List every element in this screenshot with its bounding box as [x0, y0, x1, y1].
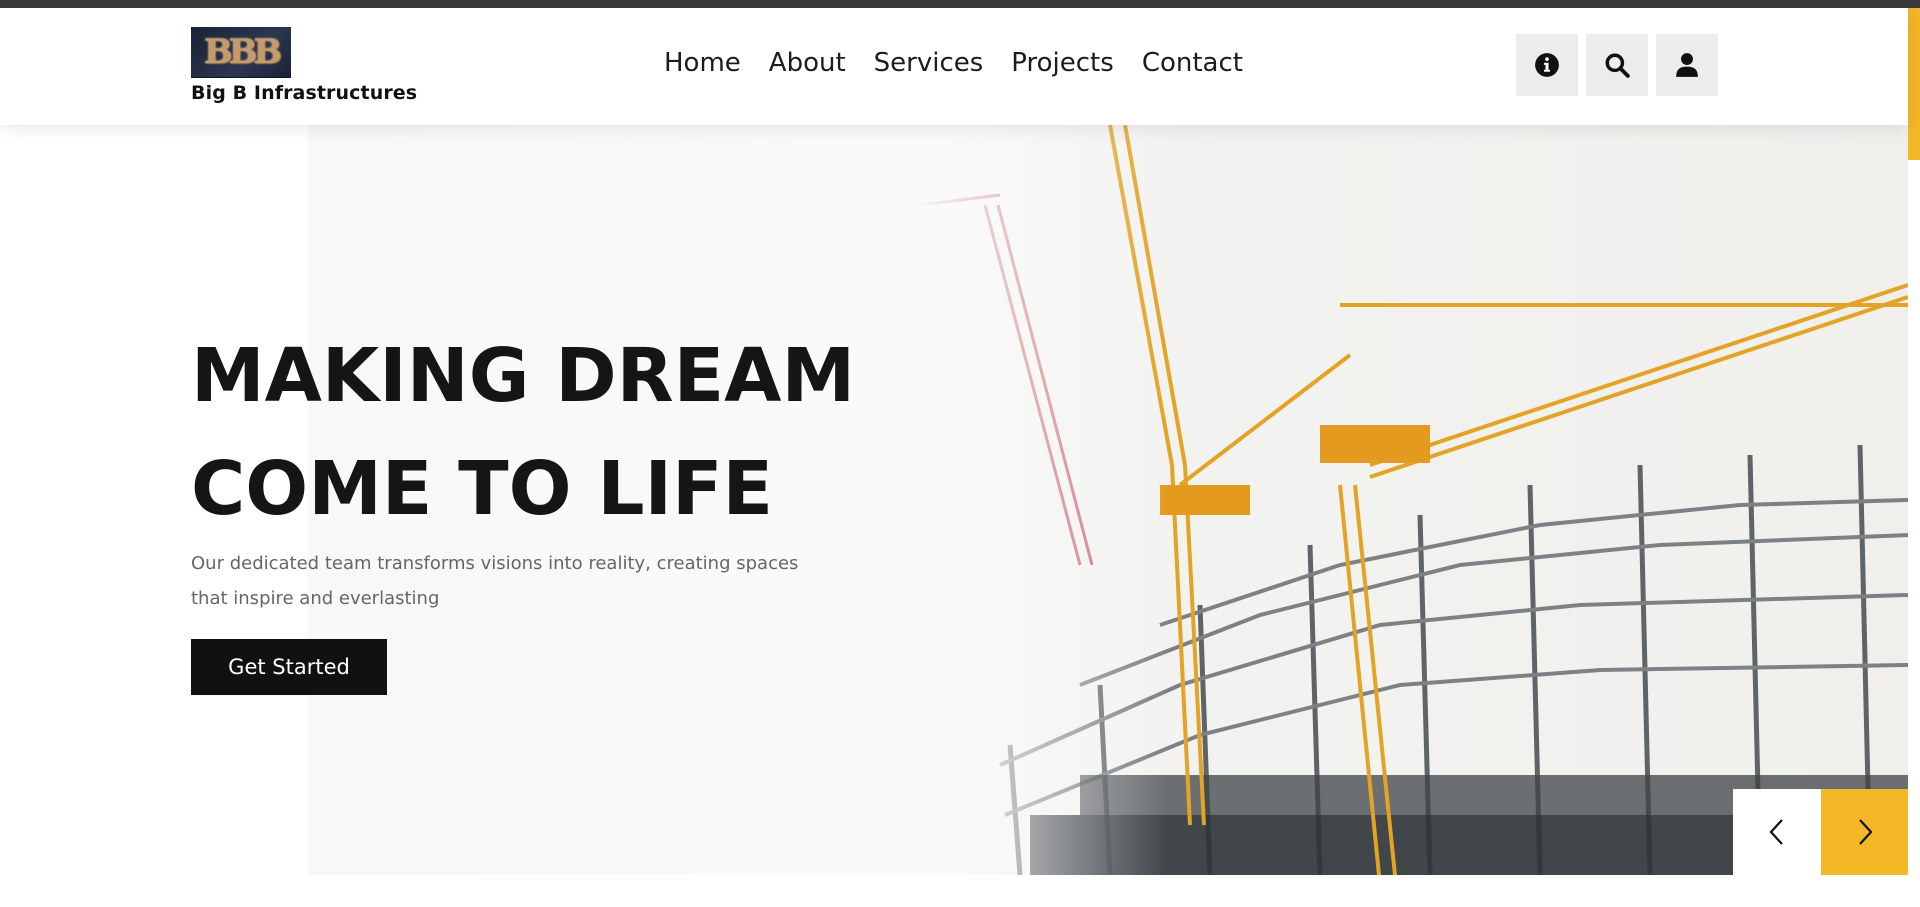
nav-item-services[interactable]: Services [874, 48, 984, 78]
hero-title: MAKING DREAM COME TO LIFE [191, 320, 855, 546]
slider-prev-button[interactable] [1733, 789, 1821, 875]
top-bar [0, 0, 1920, 8]
brand-logo[interactable]: BBB [191, 27, 291, 78]
search-button[interactable] [1586, 34, 1648, 96]
user-button[interactable] [1656, 34, 1718, 96]
site-header: BBB Big B Infrastructures Home About Ser… [0, 8, 1908, 125]
nav-item-home[interactable]: Home [664, 48, 741, 78]
get-started-button[interactable]: Get Started [191, 639, 387, 695]
hero-title-line-2: COME TO LIFE [191, 446, 774, 532]
nav-item-projects[interactable]: Projects [1011, 48, 1114, 78]
hero-title-line-1: MAKING DREAM [191, 333, 856, 419]
chevron-right-icon [1858, 819, 1872, 845]
page-below-hero [0, 875, 1908, 907]
brand[interactable]: BBB Big B Infrastructures [191, 27, 417, 104]
slider-next-button[interactable] [1821, 789, 1908, 875]
nav-item-contact[interactable]: Contact [1142, 48, 1243, 78]
scrollbar-thumb[interactable] [1908, 8, 1920, 160]
hero-subtitle: Our dedicated team transforms visions in… [191, 553, 799, 609]
brand-logo-text: BBB [203, 32, 282, 72]
hero-section: MAKING DREAM COME TO LIFE Our dedicated … [0, 125, 1908, 875]
main-nav: Home About Services Projects Contact [664, 48, 1271, 78]
info-button[interactable] [1516, 34, 1578, 96]
chevron-left-icon [1769, 819, 1783, 845]
search-icon [1605, 53, 1630, 78]
user-icon [1676, 53, 1698, 77]
brand-name: Big B Infrastructures [191, 82, 418, 104]
info-icon [1535, 53, 1559, 77]
header-actions [1516, 34, 1718, 96]
nav-item-about[interactable]: About [769, 48, 846, 78]
